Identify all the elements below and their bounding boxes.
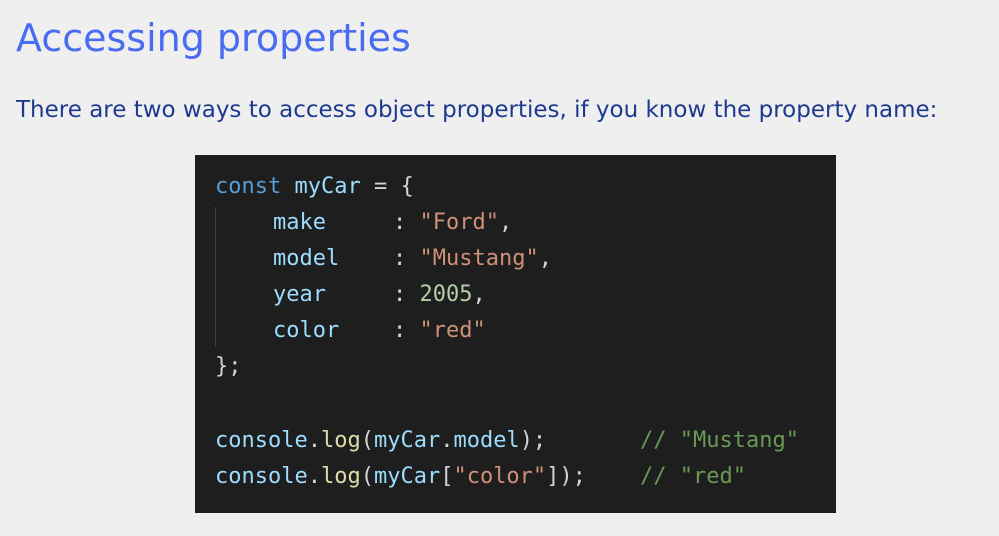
prop-trail: , [538,246,552,271]
page-title: Accessing properties [16,16,411,60]
code-comment-red: // "red" [640,459,746,495]
code-line-prop-model: model [273,241,339,277]
code-line-prop-year: year [273,277,326,313]
prop-sep: : [393,318,420,343]
keyword-const: const [215,174,282,199]
intro-text: There are two ways to access object prop… [16,97,938,123]
prop-sep: : [393,210,420,235]
arg-key: "color" [453,464,547,489]
bracket-close: ] [546,464,560,489]
dot: . [307,464,321,489]
log-function: log [320,428,361,453]
code-line-log-dot: console.log(myCar.model); [215,423,546,459]
prop-key: color [273,318,340,343]
code-line-prop-model-value: : "Mustang", [393,241,552,277]
code-line-close: }; [215,349,242,385]
prop-sep: : [393,282,420,307]
log-function: log [320,464,361,489]
arg-dot: . [440,428,454,453]
console-object: console [215,428,308,453]
code-line-prop-make-value: : "Ford", [393,205,512,241]
code-block: const myCar = { make : "Ford", model : "… [195,155,836,513]
dot: . [307,428,321,453]
paren-open: ( [360,428,374,453]
bracket-open: [ [440,464,454,489]
prop-value: "Ford" [419,210,499,235]
arg-object: myCar [373,464,441,489]
prop-value: "red" [419,318,486,343]
code-line-prop-color: color [273,313,339,349]
code-line-prop-color-value: : "red" [393,313,486,349]
console-object: console [215,464,308,489]
arg-object: myCar [373,428,441,453]
prop-sep: : [393,246,420,271]
indent-guide [215,207,216,347]
code-line-log-bracket: console.log(myCar["color"]); [215,459,586,495]
paren-close: ); [559,464,586,489]
prop-key: make [273,210,326,235]
code-comment-mustang: // "Mustang" [640,423,799,459]
prop-trail: , [472,282,486,307]
code-line-prop-make: make [273,205,326,241]
code-line-declaration: const myCar = { [215,169,414,205]
prop-trail: , [498,210,513,235]
assign-open-brace: = { [360,174,414,199]
prop-value: "Mustang" [419,246,539,271]
comment: // "Mustang" [640,428,799,453]
comment: // "red" [640,464,746,489]
variable-mycar: myCar [294,174,361,199]
prop-key: year [273,282,326,307]
prop-value: 2005 [419,282,473,307]
close-brace: }; [215,354,242,379]
prop-key: model [273,246,340,271]
paren-close: ); [519,428,547,453]
arg-property: model [453,428,520,453]
code-line-prop-year-value: : 2005, [393,277,486,313]
paren-open: ( [360,464,374,489]
